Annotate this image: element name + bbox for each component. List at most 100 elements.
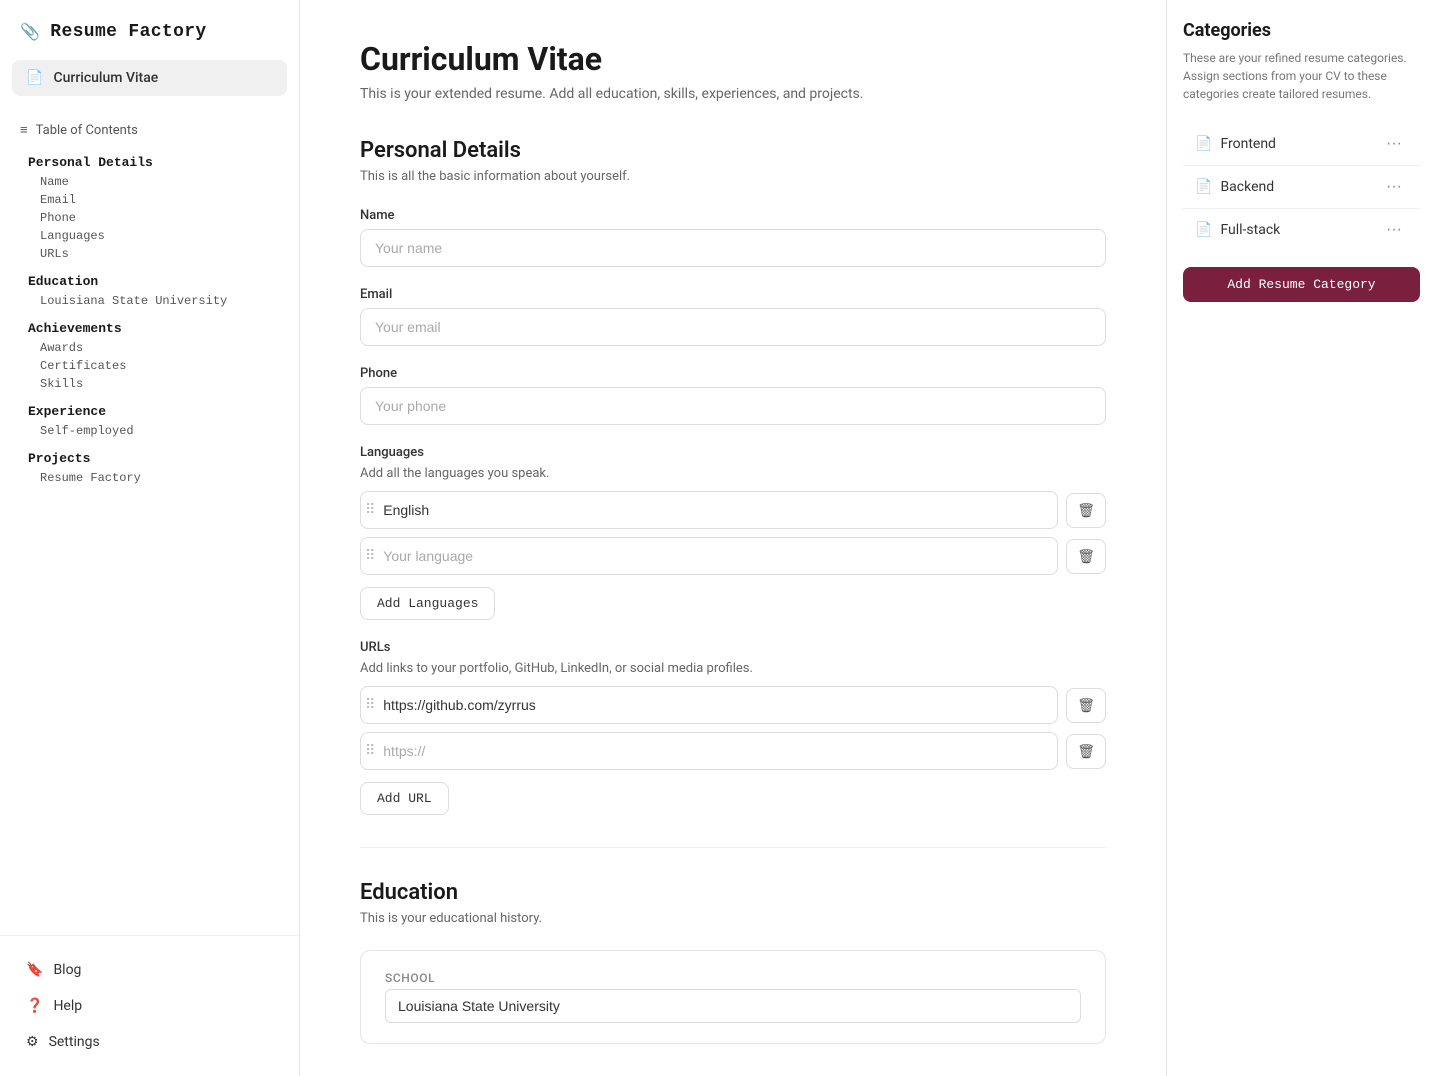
category-item-frontend: 📄 Frontend ··· [1183, 123, 1420, 166]
phone-input[interactable] [360, 387, 1106, 425]
toc-section-title-experience[interactable]: Experience [28, 401, 279, 422]
language-input-wrapper-0: ⠿ [360, 491, 1058, 529]
gear-icon: ⚙ [26, 1034, 39, 1050]
category-name-frontend: 📄 Frontend [1195, 136, 1276, 152]
app-logo[interactable]: 📎 Resume Factory [0, 0, 299, 60]
category-file-icon-fullstack: 📄 [1195, 222, 1212, 238]
list-icon: ≡ [20, 122, 28, 138]
toc-item-lsu[interactable]: Louisiana State University [28, 292, 279, 310]
main-content: Curriculum Vitae This is your extended r… [300, 0, 1166, 1076]
blog-label: Blog [53, 962, 81, 978]
sidebar-item-help[interactable]: ❓ Help [12, 988, 287, 1024]
add-category-button[interactable]: Add Resume Category [1183, 267, 1420, 302]
languages-subtitle: Add all the languages you speak. [360, 466, 1106, 481]
sidebar-item-label: Curriculum Vitae [53, 70, 158, 86]
toc-item-self-employed[interactable]: Self-employed [28, 422, 279, 440]
page-subtitle: This is your extended resume. Add all ed… [360, 86, 1106, 102]
add-language-button[interactable]: Add Languages [360, 587, 495, 620]
page-title: Curriculum Vitae [360, 40, 1106, 78]
help-icon: ❓ [26, 998, 43, 1014]
toc-item-urls[interactable]: URLs [28, 245, 279, 263]
personal-details-title: Personal Details [360, 138, 1106, 163]
languages-label: Languages [360, 445, 1106, 460]
toc-item-awards[interactable]: Awards [28, 339, 279, 357]
category-label-backend: Backend [1220, 179, 1274, 195]
toc-item-resume-factory[interactable]: Resume Factory [28, 469, 279, 487]
urls-label: URLs [360, 640, 1106, 655]
toc-item-phone[interactable]: Phone [28, 209, 279, 227]
delete-url-1-button[interactable]: 🗑 [1066, 734, 1106, 769]
help-label: Help [53, 998, 82, 1014]
language-row-0: ⠿ 🗑 [360, 491, 1106, 529]
toc-item-name[interactable]: Name [28, 173, 279, 191]
sidebar-item-curriculum-vitae[interactable]: 📄 Curriculum Vitae [12, 60, 287, 96]
toc-item-email[interactable]: Email [28, 191, 279, 209]
toc-section-experience: Experience Self-employed [12, 397, 287, 444]
language-input-wrapper-1: ⠿ [360, 537, 1058, 575]
personal-details-subtitle: This is all the basic information about … [360, 169, 1106, 184]
toc-section-title-education[interactable]: Education [28, 271, 279, 292]
add-url-button[interactable]: Add URL [360, 782, 449, 815]
categories-description: These are your refined resume categories… [1183, 49, 1420, 103]
toc-section-projects: Projects Resume Factory [12, 444, 287, 491]
education-title: Education [360, 880, 1106, 905]
phone-label: Phone [360, 366, 1106, 381]
sidebar-navigation: 📄 Curriculum Vitae [0, 60, 299, 108]
category-label-fullstack: Full-stack [1220, 222, 1280, 238]
category-name-fullstack: 📄 Full-stack [1195, 222, 1280, 238]
drag-handle-url-1[interactable]: ⠿ [361, 743, 379, 759]
name-input[interactable] [360, 229, 1106, 267]
settings-label: Settings [49, 1034, 100, 1050]
urls-field-group: URLs Add links to your portfolio, GitHub… [360, 640, 1106, 815]
url-input-wrapper-1: ⠿ [360, 732, 1058, 770]
phone-field-group: Phone [360, 366, 1106, 425]
url-input-0[interactable] [379, 687, 1057, 723]
category-item-fullstack: 📄 Full-stack ··· [1183, 209, 1420, 251]
email-label: Email [360, 287, 1106, 302]
drag-handle-language-1[interactable]: ⠿ [361, 548, 379, 564]
toc-section-title-projects[interactable]: Projects [28, 448, 279, 469]
section-divider [360, 847, 1106, 848]
category-name-backend: 📄 Backend [1195, 179, 1274, 195]
language-input-1[interactable] [379, 538, 1057, 574]
education-subtitle: This is your educational history. [360, 911, 1106, 926]
toc-item-certificates[interactable]: Certificates [28, 357, 279, 375]
category-more-frontend-button[interactable]: ··· [1380, 133, 1408, 155]
category-item-backend: 📄 Backend ··· [1183, 166, 1420, 209]
delete-language-1-button[interactable]: 🗑 [1066, 539, 1106, 574]
sidebar-item-settings[interactable]: ⚙ Settings [12, 1024, 287, 1060]
url-input-wrapper-0: ⠿ [360, 686, 1058, 724]
email-input[interactable] [360, 308, 1106, 346]
categories-list: 📄 Frontend ··· 📄 Backend ··· 📄 Full-stac… [1183, 123, 1420, 251]
url-input-1[interactable] [379, 733, 1057, 769]
sidebar-item-blog[interactable]: 🔖 Blog [12, 952, 287, 988]
category-file-icon-backend: 📄 [1195, 179, 1212, 195]
bookmark-icon: 🔖 [26, 962, 43, 978]
logo-icon: 📎 [20, 22, 40, 42]
toc-header: ≡ Table of Contents [12, 116, 287, 144]
language-row-1: ⠿ 🗑 [360, 537, 1106, 575]
toc-section-title-achievements[interactable]: Achievements [28, 318, 279, 339]
toc-section-personal: Personal Details Name Email Phone Langua… [12, 148, 287, 267]
name-label: Name [360, 208, 1106, 223]
category-file-icon-frontend: 📄 [1195, 136, 1212, 152]
school-label: School [385, 971, 1081, 985]
file-icon: 📄 [26, 70, 43, 86]
drag-handle-url-0[interactable]: ⠿ [361, 697, 379, 713]
url-row-1: ⠿ 🗑 [360, 732, 1106, 770]
right-panel: Categories These are your refined resume… [1166, 0, 1436, 1076]
toc-section-title-personal[interactable]: Personal Details [28, 152, 279, 173]
delete-url-0-button[interactable]: 🗑 [1066, 688, 1106, 723]
toc-item-skills[interactable]: Skills [28, 375, 279, 393]
languages-field-group: Languages Add all the languages you spea… [360, 445, 1106, 620]
drag-handle-language-0[interactable]: ⠿ [361, 502, 379, 518]
sidebar-footer: 🔖 Blog ❓ Help ⚙ Settings [0, 935, 299, 1076]
category-more-backend-button[interactable]: ··· [1380, 176, 1408, 198]
toc-item-languages[interactable]: Languages [28, 227, 279, 245]
delete-language-0-button[interactable]: 🗑 [1066, 493, 1106, 528]
url-row-0: ⠿ 🗑 [360, 686, 1106, 724]
language-input-0[interactable] [379, 492, 1057, 528]
category-more-fullstack-button[interactable]: ··· [1380, 219, 1408, 241]
school-input[interactable] [385, 989, 1081, 1023]
education-card-lsu: School [360, 950, 1106, 1044]
